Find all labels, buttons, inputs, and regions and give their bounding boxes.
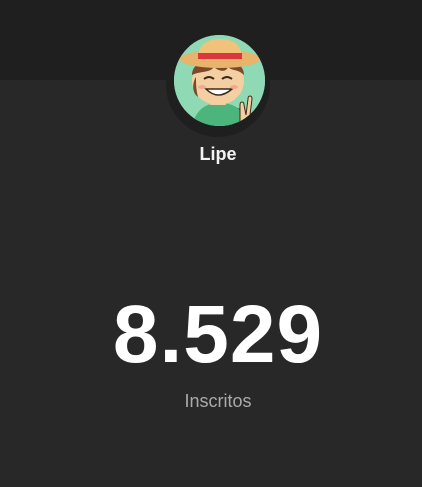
- subscriber-counter-widget: Lipe 8.529 Inscritos: [0, 0, 422, 487]
- channel-name: Lipe: [199, 144, 237, 164]
- subscriber-count: 8.529: [112, 289, 324, 380]
- cartoon-boy-straw-hat-avatar-icon: [174, 35, 265, 126]
- channel-avatar: [174, 35, 265, 126]
- subscriber-label: Inscritos: [184, 391, 252, 411]
